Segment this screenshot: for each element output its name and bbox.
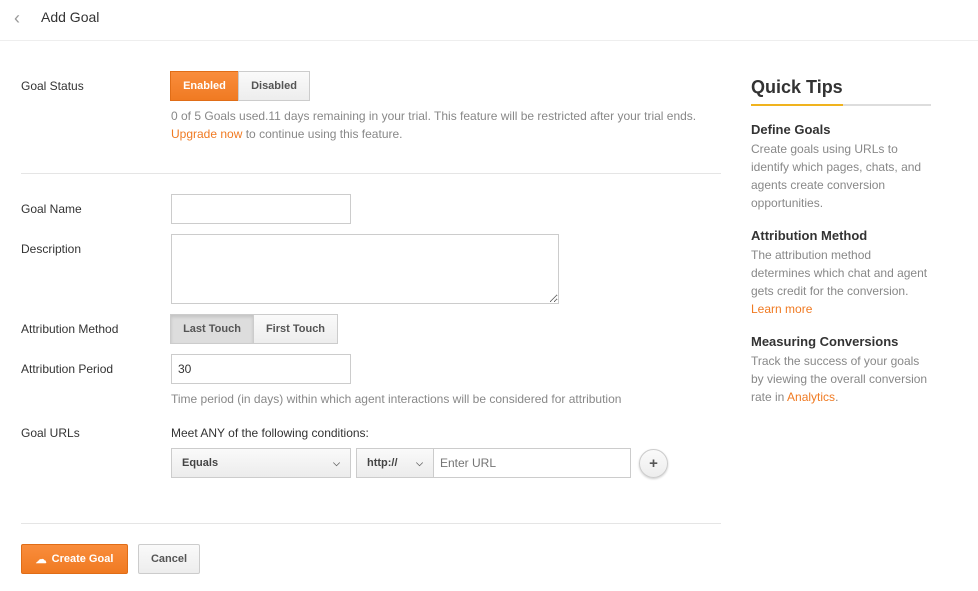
first-touch-button[interactable]: First Touch (253, 314, 338, 344)
attribution-period-input[interactable] (171, 354, 351, 384)
add-condition-button[interactable]: + (639, 449, 668, 478)
divider (21, 173, 721, 174)
upgrade-suffix: to continue using this feature. (242, 127, 403, 141)
tip-heading: Attribution Method (751, 228, 868, 243)
goal-urls-label: Goal URLs (21, 426, 80, 440)
tip-heading: Measuring Conversions (751, 334, 899, 349)
learn-more-link[interactable]: Learn more (751, 302, 812, 316)
disabled-button[interactable]: Disabled (238, 71, 310, 101)
condition-select[interactable]: Equals ⌵ (171, 448, 351, 478)
cloud-upload-icon: ☁ (35, 553, 47, 566)
quick-tips-title: Quick Tips (751, 77, 931, 106)
header: ‹ Add Goal (0, 0, 978, 41)
goal-name-input[interactable] (171, 194, 351, 224)
chevron-down-icon: ⌵ (333, 457, 340, 468)
attribution-method-label: Attribution Method (21, 322, 119, 336)
protocol-value: http:// (367, 457, 398, 469)
trial-help: 0 of 5 Goals used.11 days remaining in y… (171, 107, 696, 143)
tip-body: Create goals using URLs to identify whic… (751, 142, 922, 210)
chevron-left-icon[interactable]: ‹ (14, 8, 20, 29)
tip-heading: Define Goals (751, 122, 831, 137)
description-textarea[interactable] (171, 234, 559, 304)
analytics-link[interactable]: Analytics (787, 390, 835, 404)
page-title: Add Goal (41, 9, 100, 25)
conditions-intro: Meet ANY of the following conditions: (171, 426, 369, 440)
last-touch-button[interactable]: Last Touch (170, 314, 254, 344)
create-goal-label: Create Goal (51, 553, 114, 565)
condition-value: Equals (182, 457, 219, 469)
upgrade-link[interactable]: Upgrade now (171, 127, 242, 141)
chevron-down-icon: ⌵ (416, 457, 423, 468)
attribution-period-label: Attribution Period (21, 362, 114, 376)
tip-body: Track the success of your goals by viewi… (751, 354, 928, 404)
create-goal-button[interactable]: ☁ Create Goal (21, 544, 128, 574)
trial-text: 0 of 5 Goals used.11 days remaining in y… (171, 109, 697, 123)
enabled-button[interactable]: Enabled (170, 71, 239, 101)
protocol-select[interactable]: http:// ⌵ (356, 448, 434, 478)
cancel-button[interactable]: Cancel (138, 544, 200, 574)
divider (21, 523, 721, 524)
goal-status-label: Goal Status (21, 79, 84, 93)
attribution-period-help: Time period (in days) within which agent… (171, 392, 622, 406)
url-input[interactable] (433, 448, 631, 478)
description-label: Description (21, 242, 82, 256)
goal-name-label: Goal Name (21, 202, 82, 216)
quick-tips: Quick Tips Define Goals Create goals usi… (751, 77, 931, 406)
tip-body: The attribution method determines which … (751, 248, 928, 316)
